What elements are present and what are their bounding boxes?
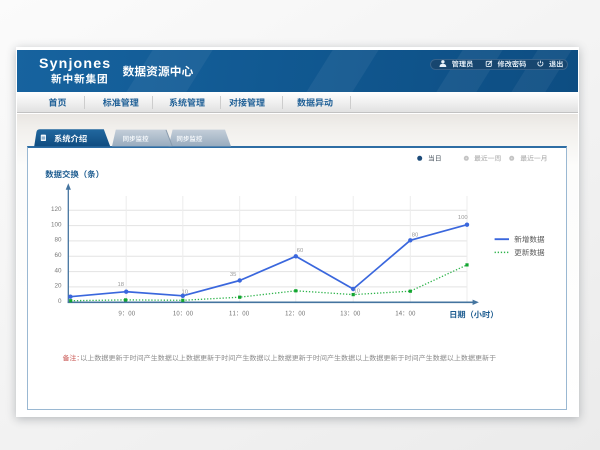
svg-text:100: 100 [458, 215, 469, 221]
svg-text:10: 10 [354, 289, 361, 295]
svg-text:80: 80 [54, 237, 62, 244]
svg-text:40: 40 [54, 267, 62, 274]
svg-text:60: 60 [54, 252, 62, 259]
svg-text:20: 20 [54, 283, 62, 290]
svg-text:18: 18 [118, 282, 125, 288]
svg-text:120: 120 [51, 206, 62, 213]
svg-text:60: 60 [297, 248, 304, 254]
svg-text:35: 35 [230, 272, 237, 278]
svg-text:100: 100 [51, 221, 62, 228]
svg-text:10: 10 [182, 290, 189, 296]
svg-text:80: 80 [412, 233, 419, 239]
svg-text:0: 0 [58, 298, 62, 305]
